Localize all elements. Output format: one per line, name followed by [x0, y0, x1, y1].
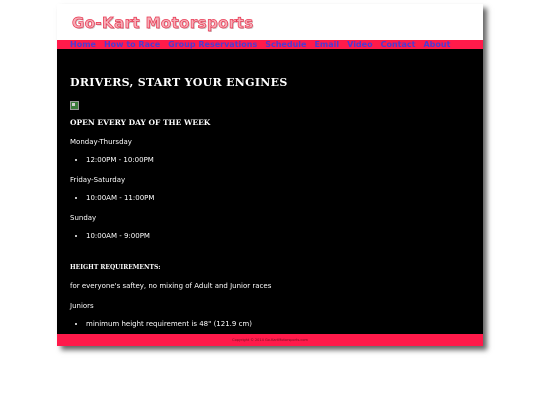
site-header: Go-Kart Motorsports	[57, 4, 483, 40]
adults-requirement: minimum height requirement is 58" (147.3…	[86, 358, 470, 367]
schedule-days-label: Sunday	[70, 214, 97, 222]
copyright-text: Copyright © 2014 Go-KartMotorsports.com	[232, 338, 308, 342]
schedule-hours-list: 12:00PM - 10:00PM	[70, 156, 470, 165]
adults-requirement-list: minimum height requirement is 58" (147.3…	[70, 358, 470, 367]
main-content: DRIVERS, START YOUR ENGINES OPEN EVERY D…	[57, 76, 483, 367]
page-title: DRIVERS, START YOUR ENGINES	[70, 76, 288, 89]
schedule-hours-item: 10:00AM - 9:00PM	[86, 232, 470, 241]
nav-link-about[interactable]: About	[423, 40, 450, 49]
nav-link-contact[interactable]: Contact	[381, 40, 416, 49]
main-nav: Home How to Race Group Reservations Sche…	[57, 40, 483, 49]
broken-image-icon	[70, 101, 79, 110]
juniors-label: Juniors	[70, 302, 94, 310]
nav-link-schedule[interactable]: Schedule	[265, 40, 306, 49]
page-container: Go-Kart Motorsports Home How to Race Gro…	[57, 4, 483, 366]
schedule-days-label: Friday-Saturday	[70, 176, 126, 184]
hours-heading: OPEN EVERY DAY OF THE WEEK	[70, 118, 211, 127]
schedule-hours-list: 10:00AM - 11:00PM	[70, 194, 470, 203]
juniors-requirement-list: minimum height requirement is 48" (121.9…	[70, 320, 470, 329]
nav-link-video[interactable]: Video	[347, 40, 372, 49]
height-note: for everyone's saftey, no mixing of Adul…	[70, 282, 272, 290]
nav-link-how-to-race[interactable]: How to Race	[104, 40, 160, 49]
nav-link-home[interactable]: Home	[70, 40, 96, 49]
nav-link-group-reservations[interactable]: Group Reservations	[168, 40, 257, 49]
juniors-requirement: minimum height requirement is 48" (121.9…	[86, 320, 470, 329]
site-footer: Copyright © 2014 Go-KartMotorsports.com	[57, 334, 483, 346]
schedule-hours-item: 10:00AM - 11:00PM	[86, 194, 470, 203]
schedule-hours-item: 12:00PM - 10:00PM	[86, 156, 470, 165]
schedule-days-label: Monday-Thursday	[70, 138, 132, 146]
site-logo[interactable]: Go-Kart Motorsports	[72, 14, 254, 33]
nav-link-email[interactable]: Email	[314, 40, 339, 49]
schedule-hours-list: 10:00AM - 9:00PM	[70, 232, 470, 241]
height-heading: HEIGHT REQUIREMENTS:	[70, 264, 161, 271]
